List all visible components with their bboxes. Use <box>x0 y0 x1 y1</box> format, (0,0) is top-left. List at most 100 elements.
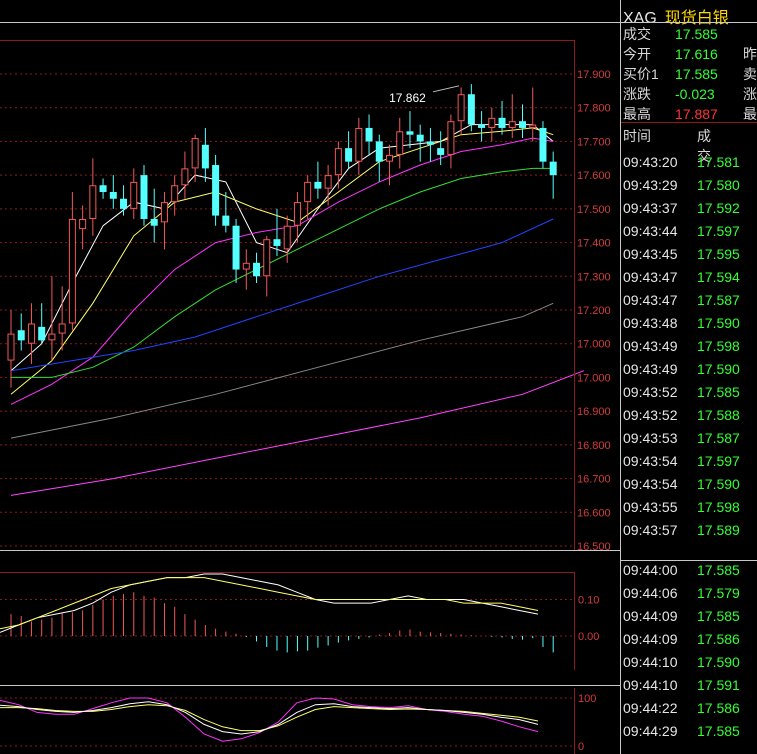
tick-row[interactable]: 09:43:55 17.598 <box>623 496 757 518</box>
price-axis-tick: 17.900 <box>577 69 611 81</box>
tick-time: 09:44:10 <box>623 654 678 670</box>
macd-dea-line <box>0 577 539 630</box>
tick-row[interactable]: 09:43:48 17.590 <box>623 312 757 334</box>
tick-row[interactable]: 09:44:22 17.586 <box>623 697 757 719</box>
quote-value: 17.887 <box>675 106 718 122</box>
tick-row[interactable]: 09:44:06 17.579 <box>623 582 757 604</box>
quote-value: -0.023 <box>675 86 715 102</box>
tick-time: 09:43:54 <box>623 453 678 469</box>
tick-row[interactable]: 09:43:45 17.595 <box>623 243 757 265</box>
ticks-header: 时间 成交 <box>623 126 711 164</box>
macd-axis-tick: 0.10 <box>578 595 599 607</box>
candle <box>314 161 322 199</box>
high-annotation-label: 17.862 <box>389 91 426 105</box>
tick-price: 17.587 <box>697 292 740 308</box>
price-axis-tick: 17.000 <box>577 339 611 351</box>
tick-price: 17.590 <box>697 315 740 331</box>
tick-row[interactable]: 09:43:57 17.589 <box>623 519 757 541</box>
price-axis-tick: 17.500 <box>577 204 611 216</box>
price-axis-tick: 16.900 <box>577 406 611 418</box>
tick-time: 09:44:09 <box>623 608 678 624</box>
tick-row[interactable]: 09:44:09 17.585 <box>623 605 757 627</box>
tick-row[interactable]: 09:43:29 17.580 <box>623 174 757 196</box>
tick-row[interactable]: 09:43:49 17.590 <box>623 358 757 380</box>
tick-time: 09:43:52 <box>623 384 678 400</box>
candle <box>386 144 394 186</box>
tick-time: 09:43:55 <box>623 499 678 515</box>
candle <box>191 134 199 182</box>
tick-row[interactable]: 09:43:54 17.590 <box>623 473 757 495</box>
price-axis-tick: 16.800 <box>577 440 611 452</box>
candle <box>212 154 220 226</box>
chart-area[interactable]: 17.900 17.800 17.700 17.600 17.500 17.400 17.3… <box>0 0 621 754</box>
price-axis-labels: 17.900 17.800 17.700 17.600 17.500 17.400 17.3… <box>577 69 611 553</box>
tick-time: 09:43:44 <box>623 223 678 239</box>
tick-time: 09:44:29 <box>623 723 678 739</box>
tick-price: 17.579 <box>697 585 740 601</box>
tick-row[interactable]: 09:43:47 17.587 <box>623 289 757 311</box>
candle <box>304 175 312 219</box>
tick-row[interactable]: 09:44:10 17.591 <box>623 674 757 696</box>
quote-row: 涨跌 -0.023 涨 <box>623 84 757 104</box>
tick-row[interactable]: 09:43:37 17.592 <box>623 197 757 219</box>
tick-time: 09:43:29 <box>623 177 678 193</box>
candle <box>426 127 434 162</box>
candlestick-series <box>7 84 557 388</box>
tick-price: 17.597 <box>697 453 740 469</box>
tick-row[interactable]: 09:43:49 17.598 <box>623 335 757 357</box>
candle <box>232 218 240 284</box>
quote-value: 17.616 <box>675 46 718 62</box>
tick-price: 17.597 <box>697 223 740 239</box>
price-grid <box>0 73 574 547</box>
quote-extra-label: 卖 <box>743 66 757 82</box>
kdj-d-line <box>0 704 539 732</box>
quote-row: 今开 17.616 昨 <box>623 44 757 64</box>
ma120-line <box>10 302 554 439</box>
kdj-axis-tick: 100 <box>578 693 596 705</box>
price-axis-tick: 17.700 <box>577 136 611 148</box>
tick-row[interactable]: 09:44:00 17.585 <box>623 559 757 581</box>
tick-price: 17.586 <box>697 631 740 647</box>
ma250-line <box>10 370 585 496</box>
tick-row[interactable]: 09:43:54 17.597 <box>623 450 757 472</box>
tick-time: 09:43:49 <box>623 338 678 354</box>
tick-time: 09:43:57 <box>623 522 678 538</box>
tick-price: 17.587 <box>697 430 740 446</box>
ma20-line <box>10 137 554 405</box>
candle <box>109 175 117 209</box>
candle <box>181 151 189 199</box>
tick-row[interactable]: 09:44:10 17.590 <box>623 651 757 673</box>
tick-price: 17.585 <box>697 562 740 578</box>
tick-row[interactable]: 09:43:44 17.597 <box>623 220 757 242</box>
quote-row: 成交 17.585 <box>623 24 757 44</box>
price-axis-tick: 17.800 <box>577 103 611 115</box>
tick-price: 17.595 <box>697 246 740 262</box>
candle <box>457 87 465 135</box>
candle <box>263 235 271 297</box>
tick-row[interactable]: 09:43:53 17.587 <box>623 427 757 449</box>
ma60-line <box>10 218 554 372</box>
macd-dif-line <box>0 573 539 633</box>
tick-row[interactable]: 09:43:52 17.588 <box>623 404 757 426</box>
macd-axis-tick: 0.00 <box>578 631 599 643</box>
tick-price: 17.585 <box>697 384 740 400</box>
tick-row[interactable]: 09:43:52 17.585 <box>623 381 757 403</box>
tick-price: 17.590 <box>697 476 740 492</box>
candle <box>355 117 363 176</box>
tick-row[interactable]: 09:43:47 17.594 <box>623 266 757 288</box>
price-axis-tick: 17.000 <box>577 372 611 384</box>
candle <box>222 192 230 233</box>
tick-time: 09:43:52 <box>623 407 678 423</box>
candle <box>130 168 138 219</box>
tick-row[interactable]: 09:44:29 17.585 <box>623 720 757 742</box>
quote-sidebar: XAG 现货白银 成交 17.585 今开 17.616 昨买价1 17.585 卖涨跌 -0.… <box>621 0 757 754</box>
tick-price: 17.589 <box>697 522 740 538</box>
tick-price: 17.588 <box>697 407 740 423</box>
tick-time: 09:44:06 <box>623 585 678 601</box>
candle <box>120 185 128 216</box>
kdj-axis-tick: 0 <box>578 741 584 753</box>
tick-row[interactable]: 09:44:09 17.586 <box>623 628 757 650</box>
candle <box>365 114 373 155</box>
tick-row[interactable]: 09:43:20 17.581 <box>623 151 757 173</box>
tick-time: 09:44:10 <box>623 677 678 693</box>
